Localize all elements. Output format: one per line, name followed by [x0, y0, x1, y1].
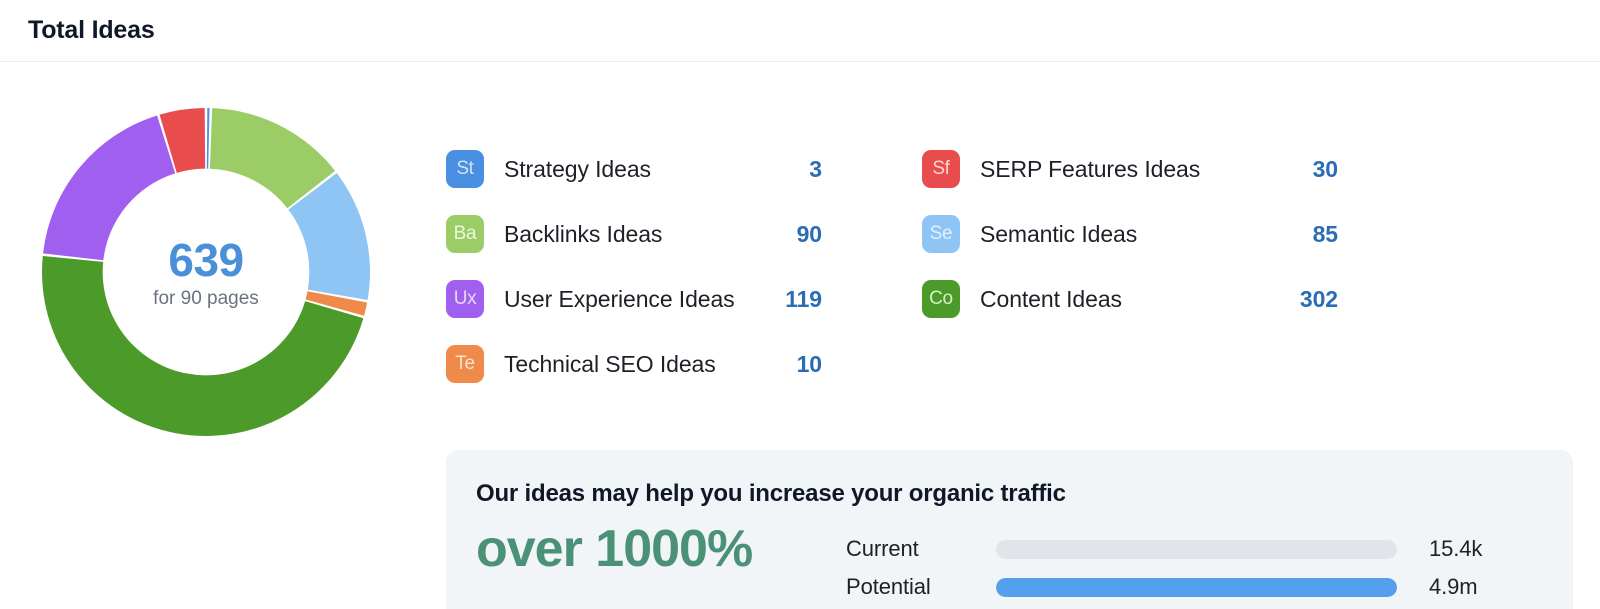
- traffic-bar-row: Current 15.4k: [846, 530, 1573, 568]
- traffic-bar-row: Potential 4.9m: [846, 568, 1573, 606]
- traffic-bar-fill: [996, 577, 1397, 597]
- card-body: 639 for 90 pages St Strategy Ideas 3 Ba Back…: [0, 62, 1600, 609]
- legend-badge-icon: Ux: [446, 280, 484, 318]
- legend-item[interactable]: Co Content Ideas 302: [922, 280, 1352, 318]
- legend-badge-icon: Sf: [922, 150, 960, 188]
- legend-item-value: 85: [1312, 220, 1338, 247]
- legend-item[interactable]: Se Semantic Ideas 85: [922, 215, 1352, 253]
- traffic-bar-value: 4.9m: [1429, 574, 1478, 599]
- legend-item-label: Backlinks Ideas: [504, 220, 663, 247]
- legend-item-value: 30: [1312, 155, 1338, 182]
- legend-badge-icon: Te: [446, 345, 484, 383]
- traffic-bar-track: [996, 577, 1397, 597]
- legend-item[interactable]: Te Technical SEO Ideas 10: [446, 345, 876, 383]
- organic-traffic-promo-panel: Our ideas may help you increase your org…: [446, 450, 1573, 609]
- traffic-bar-value: 15.4k: [1429, 536, 1483, 561]
- legend-item-label: User Experience Ideas: [504, 285, 735, 312]
- card-header: Total Ideas: [0, 0, 1600, 62]
- legend-item[interactable]: Ux User Experience Ideas 119: [446, 280, 876, 318]
- ideas-donut-chart: 639 for 90 pages: [38, 104, 374, 440]
- traffic-bar-track: [996, 539, 1397, 559]
- legend-item-label: Content Ideas: [980, 285, 1122, 312]
- legend-item-value: 119: [785, 285, 822, 312]
- promo-title: Our ideas may help you increase your org…: [476, 480, 1066, 507]
- legend-badge-icon: St: [446, 150, 484, 188]
- legend-item-value: 3: [809, 155, 822, 182]
- traffic-comparison-bars: Current 15.4k Potential 4.9m: [846, 522, 1573, 606]
- page-title: Total Ideas: [28, 16, 155, 44]
- legend-badge-icon: Se: [922, 215, 960, 253]
- legend-item[interactable]: Sf SERP Features Ideas 30: [922, 150, 1352, 188]
- legend-item[interactable]: St Strategy Ideas 3: [446, 150, 876, 188]
- legend-item[interactable]: Ba Backlinks Ideas 90: [446, 215, 876, 253]
- legend-item-label: Strategy Ideas: [504, 155, 651, 182]
- legend-item-label: SERP Features Ideas: [980, 155, 1201, 182]
- legend-item-value: 10: [796, 350, 822, 377]
- donut-slice[interactable]: [206, 108, 210, 169]
- legend-item-label: Semantic Ideas: [980, 220, 1138, 247]
- legend-badge-icon: Ba: [446, 215, 484, 253]
- traffic-bar-label: Potential: [846, 574, 931, 599]
- legend-item-value: 90: [796, 220, 822, 247]
- promo-percent-value: over 1000%: [476, 520, 753, 578]
- donut-svg: [42, 108, 370, 436]
- traffic-bar-label: Current: [846, 536, 919, 561]
- legend-item-label: Technical SEO Ideas: [504, 350, 716, 377]
- promo-row: over 1000% Current 15.4k Potential 4.9m: [476, 522, 1573, 606]
- donut-slice[interactable]: [43, 115, 176, 261]
- legend-column-left: St Strategy Ideas 3 Ba Backlinks Ideas 90 Ux Us…: [446, 150, 876, 410]
- legend-column-right: Sf SERP Features Ideas 30 Se Semantic Ideas 8…: [922, 150, 1352, 345]
- legend-item-value: 302: [1299, 285, 1338, 312]
- legend-badge-icon: Co: [922, 280, 960, 318]
